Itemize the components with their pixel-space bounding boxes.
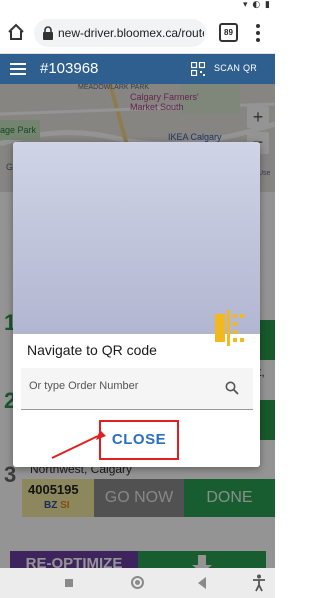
qr-code-icon[interactable] [191,62,205,76]
annotation-arrow [51,430,106,459]
back-icon[interactable] [198,577,206,589]
lock-icon [43,26,53,40]
order-number-field [21,368,253,410]
dialog-title: Navigate to QR code [27,342,157,358]
home-icon[interactable] [6,22,26,42]
hamburger-menu-icon[interactable] [10,62,26,76]
search-icon[interactable] [225,381,239,395]
home-button-icon[interactable] [131,576,144,589]
scan-qr-button[interactable]: SCAN QR [214,63,257,73]
tab-switcher-icon[interactable]: 89 [219,23,238,42]
status-icons: ▾ ◐ ▮ [242,0,271,10]
recent-apps-icon[interactable] [65,579,73,587]
page-title: #103968 [40,60,99,77]
qr-scan-dialog: Navigate to QR code CLOSE [13,142,260,467]
system-navigation-bar [0,568,275,598]
more-menu-icon[interactable] [251,22,265,44]
camera-preview [13,142,260,334]
accessibility-icon[interactable] [252,574,266,592]
browser-toolbar: new-driver.bloomex.ca/route 89 [0,12,275,54]
url-text: new-driver.bloomex.ca/route [58,26,204,40]
address-bar[interactable]: new-driver.bloomex.ca/route [34,19,206,47]
flashlight-toggle-icon[interactable] [213,310,247,346]
order-number-input[interactable] [29,380,219,392]
app-header: #103968 SCAN QR [0,54,275,84]
status-bar: ▾ ◐ ▮ [0,0,275,12]
close-button[interactable]: CLOSE [99,420,179,460]
